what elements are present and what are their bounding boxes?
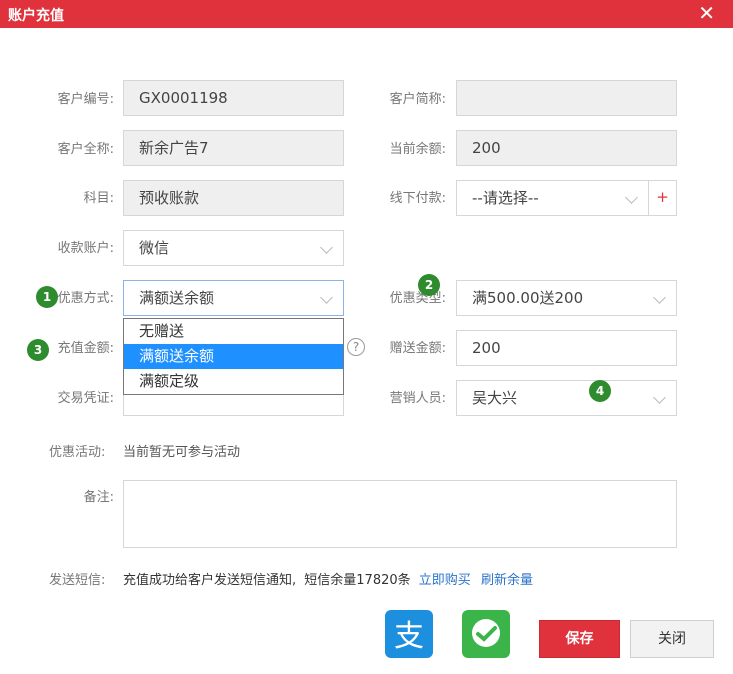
sms-row: 充值成功给客户发送短信通知, 短信余量17820条 立即购买 刷新余量 (123, 569, 533, 588)
buy-now-link[interactable]: 立即购买 (419, 573, 471, 588)
chevron-down-icon (320, 291, 333, 304)
dropdown-option-selected[interactable]: 满额送余额 (124, 344, 343, 369)
subject-field: 预收账款 (123, 180, 344, 216)
alipay-icon[interactable]: 支 (385, 610, 433, 658)
close-button[interactable]: 关闭 (630, 620, 714, 658)
account-select[interactable]: 微信 (123, 230, 344, 266)
salesperson-select[interactable]: 吴大兴 (456, 380, 677, 416)
account-value: 微信 (139, 239, 170, 257)
customer-no-label: 客户编号: (57, 92, 114, 107)
account-label: 收款账户: (57, 241, 114, 256)
gift-amount-field[interactable]: 200 (456, 330, 677, 366)
discount-method-select[interactable]: 满额送余额 (123, 280, 344, 316)
customer-no-field: GX0001198 (123, 80, 344, 116)
discount-type-select[interactable]: 满500.00送200 (456, 280, 677, 316)
voucher-label: 交易凭证: (57, 391, 114, 406)
promotion-label: 优惠活动: (49, 445, 106, 460)
offline-pay-label: 线下付款: (389, 191, 446, 206)
dialog-titlebar: 账户充值 ✕ (0, 0, 733, 28)
step-badge-4: 4 (589, 380, 611, 402)
chevron-down-icon (625, 191, 638, 204)
sms-text: 充值成功给客户发送短信通知, (123, 573, 297, 588)
help-icon[interactable]: ? (347, 338, 365, 356)
promotion-value: 当前暂无可参与活动 (123, 445, 241, 460)
customer-short-label: 客户简称: (389, 92, 446, 107)
discount-type-value: 满500.00送200 (472, 289, 584, 307)
balance-field: 200 (456, 130, 677, 166)
offline-pay-value: --请选择-- (472, 189, 539, 207)
svg-text:支: 支 (394, 619, 424, 654)
dropdown-option[interactable]: 无赠送 (124, 319, 343, 344)
step-badge-2: 2 (418, 274, 440, 296)
refresh-balance-link[interactable]: 刷新余量 (481, 573, 533, 588)
customer-full-label: 客户全称: (57, 142, 114, 157)
step-badge-1: 1 (36, 286, 58, 308)
chevron-down-icon (653, 391, 666, 404)
subject-label: 科目: (83, 191, 114, 206)
dialog-title: 账户充值 (8, 8, 64, 24)
dropdown-option[interactable]: 满额定级 (124, 369, 343, 394)
add-offline-pay-button[interactable]: + (648, 180, 677, 216)
save-button[interactable]: 保存 (539, 620, 620, 658)
chevron-down-icon (320, 241, 333, 254)
wechat-pay-icon[interactable] (462, 610, 510, 658)
customer-short-field (456, 80, 677, 116)
step-badge-3: 3 (27, 339, 49, 361)
chevron-down-icon (653, 291, 666, 304)
remark-textarea[interactable] (123, 480, 677, 548)
salesperson-label: 营销人员: (389, 391, 446, 406)
sms-balance: 短信余量17820条 (304, 573, 411, 588)
discount-method-dropdown: 无赠送 满额送余额 满额定级 (123, 318, 344, 395)
salesperson-value: 吴大兴 (472, 389, 518, 407)
remark-label: 备注: (83, 490, 114, 505)
balance-label: 当前余额: (389, 142, 446, 157)
sms-label: 发送短信: (49, 573, 106, 588)
offline-pay-select[interactable]: --请选择-- (456, 180, 649, 216)
customer-full-field: 新余广告7 (123, 130, 344, 166)
close-icon[interactable]: ✕ (698, 1, 715, 25)
gift-amount-label: 赠送金额: (389, 341, 446, 356)
discount-method-value: 满额送余额 (139, 289, 215, 307)
